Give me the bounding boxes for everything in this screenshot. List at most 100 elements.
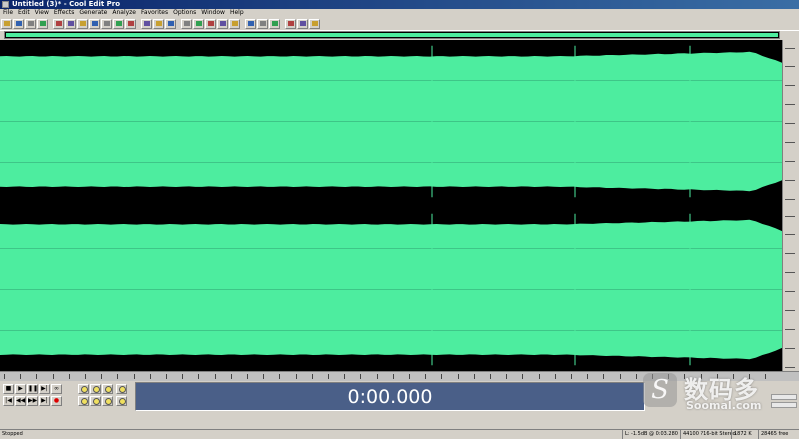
record-button[interactable]: ● [51,396,62,406]
menu-generate[interactable]: Generate [79,9,107,17]
time-ruler-tick-mark [344,374,346,379]
amplitude-tick-mark [785,85,795,87]
tool-6-icon[interactable] [309,18,320,29]
loop-icon[interactable] [181,18,192,29]
settings-glyph [219,21,226,26]
amplitude-tick-mark [785,47,795,49]
time-ruler-tick-mark [376,374,378,379]
undo-icon[interactable] [101,18,112,29]
zoom-in-icon[interactable] [78,384,89,394]
tool-4-icon[interactable] [285,18,296,29]
redo-icon[interactable] [113,18,124,29]
redo-glyph [115,21,122,26]
amplitude-tick [785,327,795,331]
time-ruler-tick [376,374,378,380]
tool-3-glyph [271,21,278,26]
time-ruler-tick [295,374,297,380]
settings-icon[interactable] [217,18,228,29]
menu-analyze[interactable]: Analyze [112,9,136,17]
time-ruler-tick [20,374,22,380]
waveform-view-icon[interactable] [141,18,152,29]
overview-range-bar[interactable] [4,31,780,39]
time-ruler-tick-mark [409,374,410,379]
copy-glyph [67,21,74,26]
tool-2-glyph [259,21,266,26]
waveform-display[interactable] [0,40,782,371]
current-time: 0:00.000 [347,385,433,408]
amplitude-tick [785,46,795,50]
cd-icon[interactable] [205,18,216,29]
amplitude-tick-mark [785,215,795,217]
mix-paste-icon[interactable] [89,18,100,29]
amplitude-tick [785,197,795,201]
time-ruler-tick [4,374,5,380]
cut-icon[interactable] [53,18,64,29]
zoom-vertical-out-icon[interactable] [116,396,127,406]
time-ruler-tick [263,374,265,380]
amplitude-tick-mark [785,66,795,68]
time-ruler-tick [554,374,556,380]
amplitude-tick [785,252,795,256]
new-file-icon[interactable] [1,18,12,29]
time-ruler-tick [522,374,524,380]
tool-2-icon[interactable] [257,18,268,29]
toolbar [0,17,799,31]
menu-favorites[interactable]: Favorites [141,9,168,17]
paste-icon[interactable] [77,18,88,29]
repeat-icon[interactable] [125,18,136,29]
rewind-button[interactable]: ◀◀ [15,396,26,406]
menu-help[interactable]: Help [230,9,244,17]
time-ruler-tick [85,374,86,380]
tool-1-icon[interactable] [245,18,256,29]
time-ruler-tick-mark [230,374,232,379]
time-ruler-tick [52,374,54,380]
time-ruler-tick-mark [101,374,103,379]
amplitude-tick [785,178,795,182]
open-file-icon[interactable] [13,18,24,29]
time-ruler-tick-mark [619,374,621,379]
time-ruler-tick-mark [522,374,524,379]
menu-window[interactable]: Window [201,9,225,17]
menu-effects[interactable]: Effects [54,9,74,17]
multitrack-icon[interactable] [165,18,176,29]
time-ruler-tick-mark [392,374,394,379]
zoom-vertical-in-icon[interactable] [116,384,127,394]
tool-3-icon[interactable] [269,18,280,29]
time-ruler-tick-mark [457,374,459,379]
zoom-right-icon[interactable] [90,396,101,406]
menu-view[interactable]: View [35,9,49,17]
menu-file[interactable]: File [3,9,13,17]
save-all-icon[interactable] [37,18,48,29]
zoom-full-icon[interactable] [102,384,113,394]
waveform-canvas[interactable] [0,40,782,371]
copy-icon[interactable] [65,18,76,29]
spectral-view-icon[interactable] [153,18,164,29]
time-ruler-tick-mark [295,374,297,379]
watermark: S 数码多 Soomal.com [640,370,799,418]
amplitude-tick-mark [785,104,795,106]
zoom-selection-icon[interactable] [102,396,113,406]
help-glyph [231,21,238,26]
stop-button[interactable]: ■ [3,384,14,394]
transport-controls: ■ ▶ ❚❚ ▶| ∞ |◀ ◀◀ ▶▶ ▶| ● [3,384,75,410]
menu-options[interactable]: Options [173,9,196,17]
time-ruler-tick-mark [247,374,248,379]
time-ruler-tick-mark [4,374,5,379]
play-button[interactable]: ▶ [15,384,26,394]
metronome-icon[interactable] [193,18,204,29]
amplitude-ruler [782,40,799,371]
zoom-out-icon[interactable] [90,384,101,394]
visible-range[interactable] [6,33,778,37]
save-icon[interactable] [25,18,36,29]
help-icon[interactable] [229,18,240,29]
loop-play-button[interactable]: ∞ [51,384,62,394]
play-to-end-button[interactable]: ▶| [39,384,50,394]
cut-glyph [55,21,62,26]
go-to-end-button[interactable]: ▶| [39,396,50,406]
zoom-left-icon[interactable] [78,396,89,406]
go-to-start-button[interactable]: |◀ [3,396,14,406]
pause-button[interactable]: ❚❚ [27,384,38,394]
menu-edit[interactable]: Edit [18,9,30,17]
tool-5-icon[interactable] [297,18,308,29]
fast-forward-button[interactable]: ▶▶ [27,396,38,406]
